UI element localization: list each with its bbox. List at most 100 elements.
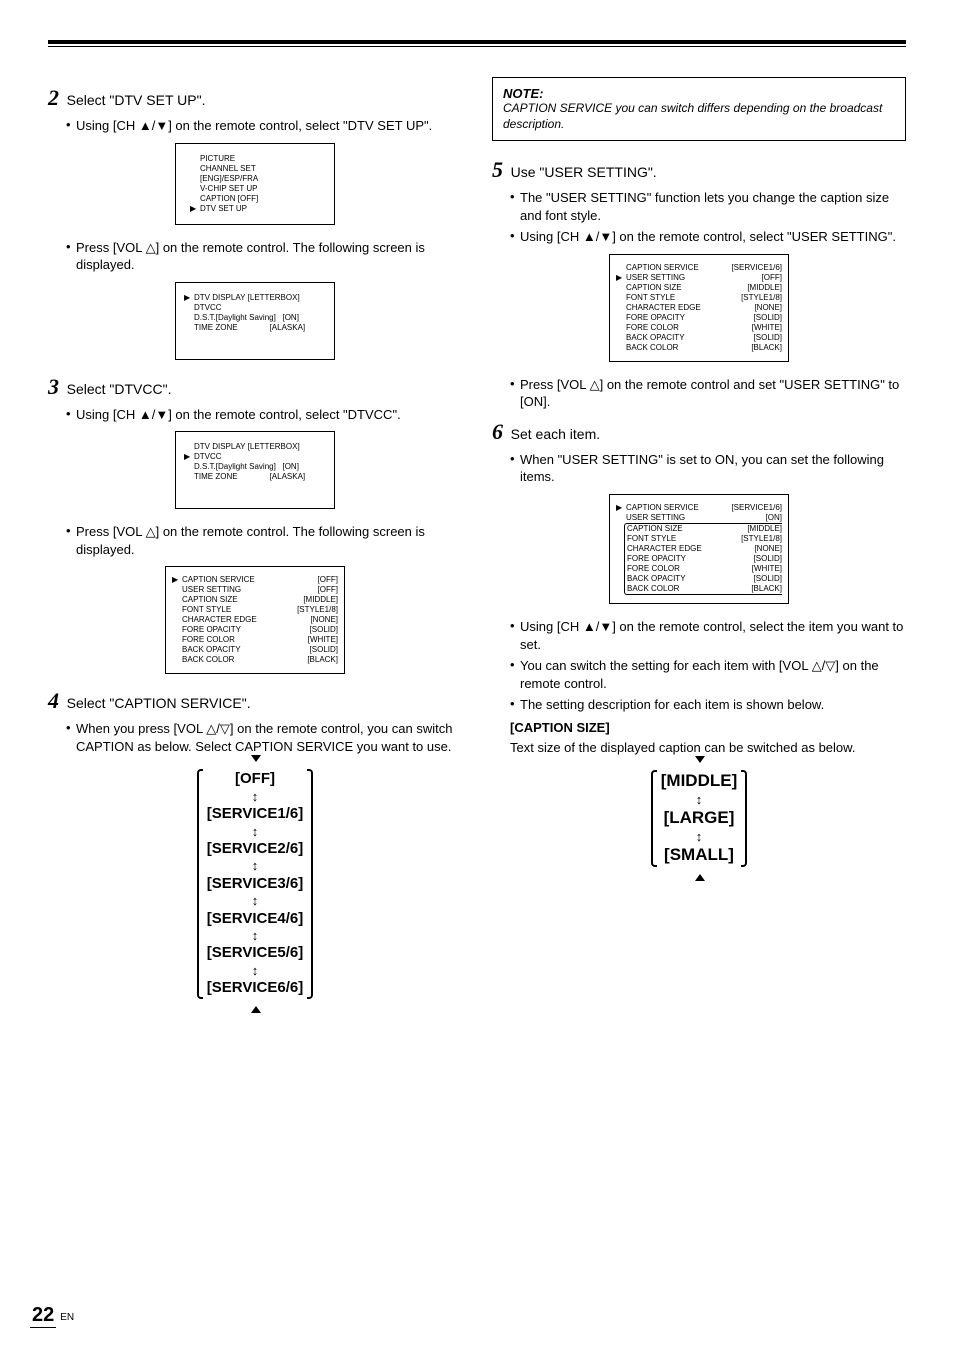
menu-item: [ENG]/ESP/FRA: [200, 174, 258, 184]
content-columns: 2 Select "DTV SET UP". • Using [CH ▲/▼] …: [48, 77, 906, 1007]
menu-value: [OFF]: [312, 575, 338, 585]
instruction-bullet: • Press [VOL △] on the remote control. T…: [66, 239, 462, 274]
cycle-item: [SERVICE4/6]: [207, 911, 303, 928]
updown-arrow-icon: ↕: [207, 894, 303, 908]
menu-value: [MIDDLE]: [741, 524, 782, 534]
menu-value: [SOLID]: [748, 574, 782, 584]
cycle-item: [MIDDLE]: [661, 772, 737, 791]
bracket-icon: [307, 769, 313, 998]
step-number: 6: [492, 419, 503, 445]
instruction-text: Using [CH ▲/▼] on the remote control, se…: [520, 228, 906, 246]
menu-item: FORE OPACITY: [626, 313, 716, 323]
bullet-icon: •: [510, 618, 520, 635]
bullet-icon: •: [510, 451, 520, 468]
menu-item: BACK OPACITY: [627, 574, 717, 584]
caption-size-text: Text size of the displayed caption can b…: [510, 739, 906, 757]
instruction-text: Using [CH ▲/▼] on the remote control, se…: [76, 406, 462, 424]
menu-value: [SERVICE1/6]: [725, 503, 782, 513]
step-title: Set each item.: [511, 426, 601, 442]
instruction-text: When you press [VOL △/▽] on the remote c…: [76, 720, 462, 755]
bullet-icon: •: [66, 720, 76, 737]
note-title: NOTE:: [503, 86, 895, 101]
page-number: 22EN: [30, 1304, 74, 1328]
menu-item-selected: USER SETTING: [626, 273, 716, 283]
cycle-item: [SERVICE5/6]: [207, 945, 303, 962]
menu-value: [ON]: [282, 462, 298, 472]
menu-value: [LETTERBOX]: [248, 293, 300, 303]
selector-arrow-icon: ▶: [184, 452, 194, 462]
menu-item: FONT STYLE: [626, 293, 716, 303]
menu-item: FORE COLOR: [626, 323, 716, 333]
cycle-item: [OFF]: [207, 771, 303, 788]
instruction-text: Press [VOL △] on the remote control and …: [520, 376, 906, 411]
updown-arrow-icon: ↕: [207, 790, 303, 804]
instruction-text: Using [CH ▲/▼] on the remote control, se…: [76, 117, 462, 135]
instruction-text: The setting description for each item is…: [520, 696, 906, 714]
menu-item: FONT STYLE: [182, 605, 272, 615]
bracket-icon: [197, 769, 203, 998]
note-box: NOTE: CAPTION SERVICE you can switch dif…: [492, 77, 906, 141]
menu-value: [STYLE1/8]: [291, 605, 338, 615]
manual-page: 2 Select "DTV SET UP". • Using [CH ▲/▼] …: [0, 0, 954, 1348]
menu-value: [STYLE1/8]: [735, 534, 782, 544]
step-6-header: 6 Set each item.: [492, 419, 906, 445]
cycle-item: [SERVICE6/6]: [207, 980, 303, 997]
instruction-text: Press [VOL △] on the remote control. The…: [76, 239, 462, 274]
step-number: 5: [492, 157, 503, 183]
menu-item: CHARACTER EDGE: [626, 303, 716, 313]
menu-item: BACK COLOR: [626, 343, 716, 353]
step-title: Select "CAPTION SERVICE".: [67, 695, 251, 711]
menu-value: [NONE]: [304, 615, 338, 625]
step-3-header: 3 Select "DTVCC".: [48, 374, 462, 400]
menu-item: CHANNEL SET: [200, 164, 256, 174]
menu-value: [BLACK]: [745, 584, 782, 594]
menu-value: [MIDDLE]: [297, 595, 338, 605]
menu-value: [OFF]: [312, 585, 338, 595]
cycle-item: [SERVICE2/6]: [207, 841, 303, 858]
instruction-text: When "USER SETTING" is set to ON, you ca…: [520, 451, 906, 486]
menu-value: [MIDDLE]: [741, 283, 782, 293]
selector-arrow-icon: ▶: [184, 293, 194, 303]
updown-arrow-icon: ↕: [207, 825, 303, 839]
menu-value: [OFF]: [756, 273, 782, 283]
menu-item: CAPTION SERVICE: [626, 263, 716, 273]
right-column: NOTE: CAPTION SERVICE you can switch dif…: [492, 77, 906, 1007]
bullet-icon: •: [510, 376, 520, 393]
menu-value: [ON]: [760, 513, 782, 523]
menu-value: [ALASKA]: [270, 323, 306, 333]
onscreen-menu: CAPTION SERVICE[SERVICE1/6] ▶USER SETTIN…: [609, 254, 789, 362]
menu-item: DTVCC: [194, 303, 222, 313]
menu-item-selected: DTVCC: [194, 452, 222, 462]
menu-item: CHARACTER EDGE: [182, 615, 272, 625]
instruction-bullet: • Using [CH ▲/▼] on the remote control, …: [510, 618, 906, 653]
up-arrow-icon: [251, 1006, 261, 1013]
bullet-icon: •: [66, 239, 76, 256]
step-5-header: 5 Use "USER SETTING".: [492, 157, 906, 183]
instruction-bullet: • Using [CH ▲/▼] on the remote control, …: [510, 228, 906, 246]
selector-arrow-icon: ▶: [190, 204, 200, 214]
instruction-bullet: • You can switch the setting for each it…: [510, 657, 906, 692]
onscreen-menu: DTV DISPLAY [LETTERBOX] ▶DTVCC D.S.T.[Da…: [175, 431, 335, 509]
menu-item: FORE COLOR: [182, 635, 272, 645]
menu-item: BACK OPACITY: [626, 333, 716, 343]
bullet-icon: •: [66, 117, 76, 134]
bracket-icon: [651, 770, 657, 867]
instruction-text: The "USER SETTING" function lets you cha…: [520, 189, 906, 224]
menu-value: [SERVICE1/6]: [725, 263, 782, 273]
step-title: Use "USER SETTING".: [511, 164, 657, 180]
menu-item: BACK COLOR: [627, 584, 717, 594]
cycle-item: [LARGE]: [661, 809, 737, 828]
instruction-bullet: • When "USER SETTING" is set to ON, you …: [510, 451, 906, 486]
menu-item: V-CHIP SET UP: [200, 184, 258, 194]
page-number-value: 22: [30, 1304, 56, 1328]
menu-value: [SOLID]: [748, 333, 782, 343]
selector-arrow-icon: ▶: [172, 575, 182, 585]
menu-value: [WHITE]: [746, 323, 782, 333]
bullet-icon: •: [66, 406, 76, 423]
menu-value: [LETTERBOX]: [248, 442, 300, 452]
instruction-bullet: • Using [CH ▲/▼] on the remote control, …: [66, 406, 462, 424]
menu-value: [BLACK]: [745, 343, 782, 353]
menu-item: FORE COLOR: [627, 564, 717, 574]
step-number: 3: [48, 374, 59, 400]
menu-value: [SOLID]: [304, 625, 338, 635]
